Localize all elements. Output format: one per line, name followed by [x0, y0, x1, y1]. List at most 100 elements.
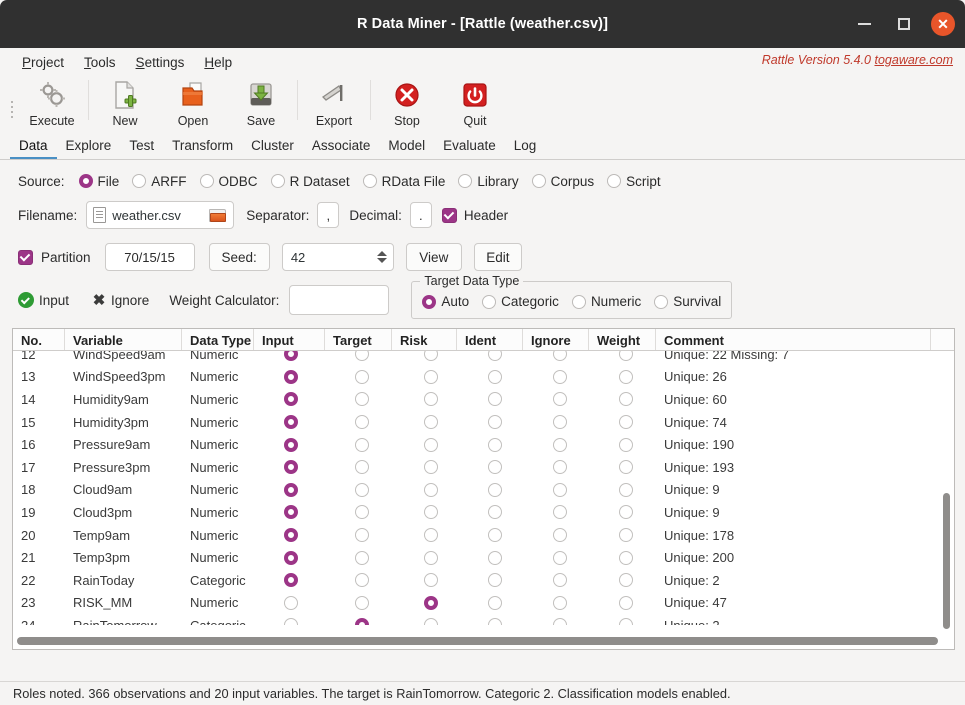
cell-role-input[interactable] — [254, 618, 325, 625]
tab-associate[interactable]: Associate — [303, 135, 380, 159]
column-header-risk[interactable]: Risk — [392, 329, 457, 350]
maximize-button[interactable] — [891, 11, 917, 37]
cell-role-weight[interactable] — [589, 392, 656, 407]
radio-ident-icon[interactable] — [488, 369, 502, 384]
radio-weight-icon[interactable] — [619, 505, 633, 520]
radio-ignore-icon[interactable] — [553, 369, 567, 384]
cell-role-ignore[interactable] — [523, 528, 589, 543]
radio-risk-icon[interactable] — [424, 550, 438, 565]
export-button[interactable]: Export — [300, 76, 368, 128]
tab-explore[interactable]: Explore — [57, 135, 121, 159]
radio-weight-icon[interactable] — [619, 573, 633, 588]
cell-role-ident[interactable] — [457, 595, 523, 610]
cell-role-ignore[interactable] — [523, 618, 589, 625]
radio-input-icon[interactable] — [284, 415, 298, 430]
cell-role-target[interactable] — [325, 618, 392, 625]
radio-ignore-icon[interactable] — [553, 618, 567, 625]
cell-role-target[interactable] — [325, 550, 392, 565]
radio-risk-icon[interactable] — [424, 505, 438, 520]
toolbar-grip[interactable] — [6, 76, 18, 128]
cell-role-target[interactable] — [325, 369, 392, 384]
table-row[interactable]: 17 Pressure3pm Numeric Unique: 193 — [13, 456, 954, 479]
cell-role-ident[interactable] — [457, 482, 523, 497]
tab-log[interactable]: Log — [505, 135, 546, 159]
cell-role-weight[interactable] — [589, 482, 656, 497]
target-type-categoric[interactable]: Categoric — [482, 294, 559, 309]
seed-spinner[interactable]: 42 — [281, 243, 394, 271]
cell-role-ignore[interactable] — [523, 482, 589, 497]
column-header-no[interactable]: No. — [13, 329, 65, 350]
table-row[interactable]: 22 RainToday Categoric Unique: 2 — [13, 569, 954, 592]
cell-role-target[interactable] — [325, 528, 392, 543]
tab-data[interactable]: Data — [10, 135, 57, 159]
target-type-auto[interactable]: Auto — [422, 294, 469, 309]
menu-help[interactable]: Help — [194, 53, 242, 72]
cell-role-ident[interactable] — [457, 573, 523, 588]
radio-input-icon[interactable] — [284, 392, 298, 407]
radio-ignore-icon[interactable] — [553, 415, 567, 430]
radio-ident-icon[interactable] — [488, 482, 502, 497]
source-radio-rdata-file[interactable]: RData File — [362, 174, 445, 189]
radio-target-icon[interactable] — [355, 415, 369, 430]
tab-cluster[interactable]: Cluster — [242, 135, 303, 159]
radio-input-icon[interactable] — [284, 573, 298, 588]
separator-input[interactable]: , — [317, 202, 340, 228]
cell-role-weight[interactable] — [589, 573, 656, 588]
cell-role-input[interactable] — [254, 369, 325, 384]
radio-ident-icon[interactable] — [488, 392, 502, 407]
radio-input-icon[interactable] — [284, 482, 298, 497]
radio-risk-icon[interactable] — [424, 528, 438, 543]
horizontal-scrollbar[interactable] — [15, 636, 940, 646]
radio-target-icon[interactable] — [355, 595, 369, 610]
minimize-button[interactable] — [851, 11, 877, 37]
partition-checkbox[interactable] — [18, 249, 33, 265]
radio-ignore-icon[interactable] — [553, 392, 567, 407]
radio-target-icon[interactable] — [355, 392, 369, 407]
cell-role-ignore[interactable] — [523, 505, 589, 520]
cell-role-weight[interactable] — [589, 550, 656, 565]
cell-role-weight[interactable] — [589, 528, 656, 543]
cell-role-ident[interactable] — [457, 415, 523, 430]
execute-button[interactable]: Execute — [18, 76, 86, 128]
table-row[interactable]: 18 Cloud9am Numeric Unique: 9 — [13, 479, 954, 502]
radio-ignore-icon[interactable] — [553, 437, 567, 452]
radio-input-icon[interactable] — [284, 595, 298, 610]
cell-role-ignore[interactable] — [523, 369, 589, 384]
radio-input-icon[interactable] — [284, 437, 298, 452]
cell-role-input[interactable] — [254, 415, 325, 430]
radio-ignore-icon[interactable] — [553, 528, 567, 543]
radio-target-icon[interactable] — [355, 437, 369, 452]
tab-transform[interactable]: Transform — [163, 135, 242, 159]
cell-role-ident[interactable] — [457, 618, 523, 625]
menu-settings[interactable]: Settings — [126, 53, 195, 72]
radio-risk-icon[interactable] — [424, 482, 438, 497]
cell-role-risk[interactable] — [392, 460, 457, 475]
radio-ignore-icon[interactable] — [553, 550, 567, 565]
radio-target-icon[interactable] — [355, 369, 369, 384]
cell-role-input[interactable] — [254, 505, 325, 520]
cell-role-target[interactable] — [325, 392, 392, 407]
cell-role-weight[interactable] — [589, 505, 656, 520]
cell-role-input[interactable] — [254, 482, 325, 497]
cell-role-input[interactable] — [254, 528, 325, 543]
menu-tools[interactable]: Tools — [74, 53, 126, 72]
cell-role-risk[interactable] — [392, 369, 457, 384]
vertical-scrollbar-thumb[interactable] — [943, 493, 950, 629]
table-row[interactable]: 16 Pressure9am Numeric Unique: 190 — [13, 433, 954, 456]
cell-role-weight[interactable] — [589, 437, 656, 452]
radio-input-icon[interactable] — [284, 528, 298, 543]
radio-weight-icon[interactable] — [619, 595, 633, 610]
cell-role-risk[interactable] — [392, 550, 457, 565]
spinner-arrows-icon[interactable] — [376, 251, 389, 263]
view-button[interactable]: View — [405, 243, 462, 271]
column-header-weight[interactable]: Weight — [589, 329, 656, 350]
table-row[interactable]: 15 Humidity3pm Numeric Unique: 74 — [13, 411, 954, 434]
radio-target-icon[interactable] — [355, 550, 369, 565]
cell-role-risk[interactable] — [392, 595, 457, 610]
partition-ratio-input[interactable]: 70/15/15 — [104, 243, 195, 271]
edit-button[interactable]: Edit — [473, 243, 522, 271]
cell-role-weight[interactable] — [589, 369, 656, 384]
radio-weight-icon[interactable] — [619, 550, 633, 565]
source-radio-odbc[interactable]: ODBC — [199, 174, 258, 189]
radio-input-icon[interactable] — [284, 550, 298, 565]
